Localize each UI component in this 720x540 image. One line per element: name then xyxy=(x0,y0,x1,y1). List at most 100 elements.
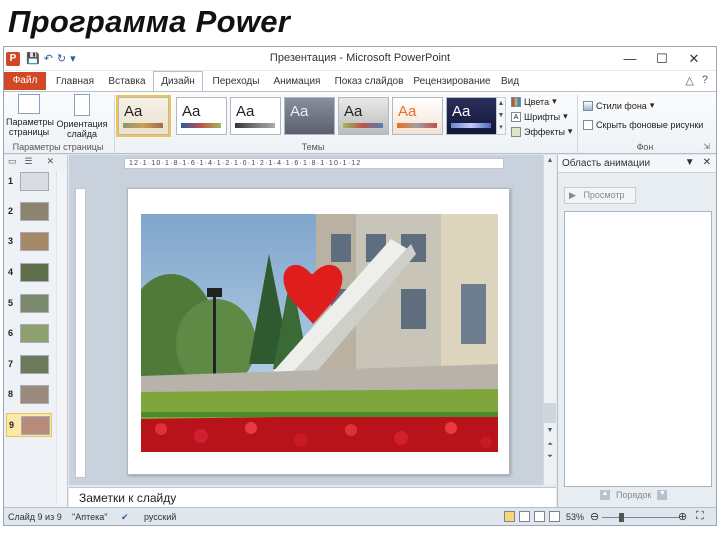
slides-panel-scrollbar[interactable] xyxy=(56,171,66,505)
zoom-slider[interactable] xyxy=(602,517,680,518)
window-title: Презентация - Microsoft PowerPoint xyxy=(269,52,451,64)
normal-view-icon[interactable] xyxy=(504,511,515,522)
colors-button[interactable]: Цвета ▾ xyxy=(511,96,557,107)
scroll-up-icon[interactable]: ▲ xyxy=(544,157,556,164)
slide-preview-image xyxy=(20,385,49,404)
dialog-launcher-icon[interactable]: ⇲ xyxy=(703,142,710,151)
slide-photo[interactable] xyxy=(141,214,498,452)
previous-slide-icon[interactable]: ⏶ xyxy=(544,441,556,449)
tab-animation[interactable]: Анимация xyxy=(268,73,326,91)
pane-options-icon[interactable]: ▼ xyxy=(685,157,695,168)
effects-label: Эффекты xyxy=(524,126,565,137)
language-indicator[interactable]: русский xyxy=(144,512,176,522)
hide-background-checkbox[interactable]: Скрыть фоновые рисунки xyxy=(583,120,703,130)
slide-number: 1 xyxy=(8,176,14,186)
orientation-icon xyxy=(74,94,90,116)
animation-pane: Область анимации ▼ ✕ ▶ Просмотр ▲ Порядо… xyxy=(557,155,716,507)
slide-number: 2 xyxy=(8,206,14,216)
theme-thumbnail[interactable]: Aa xyxy=(230,97,281,135)
tab-design[interactable]: Дизайн xyxy=(153,71,203,92)
tab-review[interactable]: Рецензирование xyxy=(410,73,494,91)
slide-thumbnail[interactable]: 5 xyxy=(6,292,52,316)
close-panel-icon[interactable]: ✕ xyxy=(47,156,55,168)
theme-thumbnail[interactable]: Aa xyxy=(338,97,389,135)
close-button[interactable]: ✕ xyxy=(678,50,710,68)
order-label: Порядок xyxy=(616,490,652,500)
slide-sorter-view-icon[interactable] xyxy=(519,511,530,522)
minimize-button[interactable]: — xyxy=(614,50,646,68)
page-setup-button[interactable]: Параметры страницы xyxy=(6,94,54,137)
maximize-button[interactable]: ☐ xyxy=(646,50,678,68)
photo-graphic xyxy=(141,214,498,452)
fonts-button[interactable]: A Шрифты ▾ xyxy=(511,111,568,122)
slide-canvas[interactable] xyxy=(127,188,510,475)
slide-thumbnail[interactable]: 2 xyxy=(6,200,52,224)
tab-insert[interactable]: Вставка xyxy=(104,73,150,91)
tab-home[interactable]: Главная xyxy=(52,73,98,91)
zoom-level[interactable]: 53% xyxy=(566,512,584,522)
slides-panel-header: ▭ ☰ ✕ xyxy=(4,155,68,169)
orientation-button[interactable]: Ориентация слайда xyxy=(54,94,110,139)
spellcheck-icon[interactable]: ✔ xyxy=(121,512,129,523)
animation-pane-header: Область анимации ▼ ✕ xyxy=(558,155,716,173)
slide-editor: 12·1·10·1·8·1·6·1·4·1·2·1·0·1·2·1·4·1·6·… xyxy=(69,155,556,485)
background-styles-button[interactable]: Стили фона ▾ xyxy=(583,100,654,111)
slide-thumbnail[interactable]: 1 xyxy=(6,170,52,194)
close-pane-icon[interactable]: ✕ xyxy=(703,157,711,168)
move-up-icon[interactable]: ▲ xyxy=(600,490,610,500)
theme-thumbnail[interactable]: Aa xyxy=(392,97,443,135)
notes-pane[interactable]: Заметки к слайду xyxy=(69,487,556,507)
page-setup-icon xyxy=(18,94,40,114)
next-slide-icon[interactable]: ⏷ xyxy=(544,453,556,461)
ribbon: Параметры страницы Ориентация слайда Пар… xyxy=(4,91,716,154)
zoom-slider-thumb[interactable] xyxy=(619,513,624,522)
hide-background-label: Скрыть фоновые рисунки xyxy=(596,120,704,130)
status-bar: Слайд 9 из 9 "Аптека" ✔ русский 53% ⊖ ⊕ … xyxy=(4,507,716,525)
title-bar: P 💾 ↶ ↻ ▾ Презентация - Microsoft PowerP… xyxy=(4,47,716,71)
background-styles-icon xyxy=(583,100,593,111)
effects-button[interactable]: Эффекты ▾ xyxy=(511,126,572,137)
tab-transitions[interactable]: Переходы xyxy=(208,73,264,91)
tab-file[interactable]: Файл xyxy=(4,72,46,90)
zoom-out-icon[interactable]: ⊖ xyxy=(590,510,599,523)
window-controls: — ☐ ✕ xyxy=(614,50,710,68)
theme-thumbnail[interactable]: Aa xyxy=(446,97,497,135)
ribbon-tabs: Файл Главная Вставка Дизайн Переходы Ани… xyxy=(4,71,716,92)
theme-thumbnail[interactable]: Aa xyxy=(284,97,335,135)
fit-to-window-icon[interactable]: ⛶ xyxy=(696,510,704,523)
slide-number: 4 xyxy=(8,267,14,277)
scroll-thumb[interactable] xyxy=(544,403,556,423)
slideshow-view-icon[interactable] xyxy=(549,511,560,522)
outline-tab-icon[interactable]: ☰ xyxy=(25,156,33,168)
tab-view[interactable]: Вид xyxy=(498,73,522,91)
slides-tab-icon[interactable]: ▭ xyxy=(8,156,17,168)
powerpoint-window: P 💾 ↶ ↻ ▾ Презентация - Microsoft PowerP… xyxy=(3,46,717,526)
themes-gallery-scroll[interactable]: ▲ ▼ ▾ xyxy=(496,97,506,135)
editor-scrollbar[interactable]: ▲ ▼ ⏶ ⏷ xyxy=(543,155,556,485)
collapse-ribbon-icon[interactable]: △ xyxy=(685,74,693,87)
colors-icon xyxy=(511,96,521,107)
theme-thumbnail[interactable]: Aa xyxy=(176,97,227,135)
theme-thumbnail[interactable]: Aa xyxy=(116,95,171,137)
preview-button[interactable]: ▶ Просмотр xyxy=(564,187,636,204)
slide-thumbnail[interactable]: 6 xyxy=(6,322,52,346)
slides-panel: ▭ ☰ ✕ 1 2 3 4 5 6 7 8 9 xyxy=(4,155,68,507)
reading-view-icon[interactable] xyxy=(534,511,545,522)
animation-list[interactable] xyxy=(564,211,712,487)
slide-thumbnail[interactable]: 7 xyxy=(6,353,52,377)
slide-thumbnail[interactable]: 4 xyxy=(6,261,52,285)
tab-bar-icons: △ ? xyxy=(685,74,708,87)
slide-preview-image xyxy=(21,416,50,435)
help-icon[interactable]: ? xyxy=(702,74,708,87)
fonts-icon: A xyxy=(511,111,521,122)
slide-thumbnail[interactable]: 8 xyxy=(6,383,52,407)
slide-thumbnail[interactable]: 9 xyxy=(6,413,52,437)
move-down-icon[interactable]: ▼ xyxy=(657,490,668,500)
scroll-down-icon[interactable]: ▼ xyxy=(544,427,556,434)
page-heading: Программа Power xyxy=(8,4,291,39)
vertical-ruler xyxy=(75,188,86,478)
slide-thumbnail[interactable]: 3 xyxy=(6,230,52,254)
tab-slideshow[interactable]: Показ слайдов xyxy=(330,73,408,91)
zoom-in-icon[interactable]: ⊕ xyxy=(678,510,687,523)
slide-preview-image xyxy=(20,355,49,374)
